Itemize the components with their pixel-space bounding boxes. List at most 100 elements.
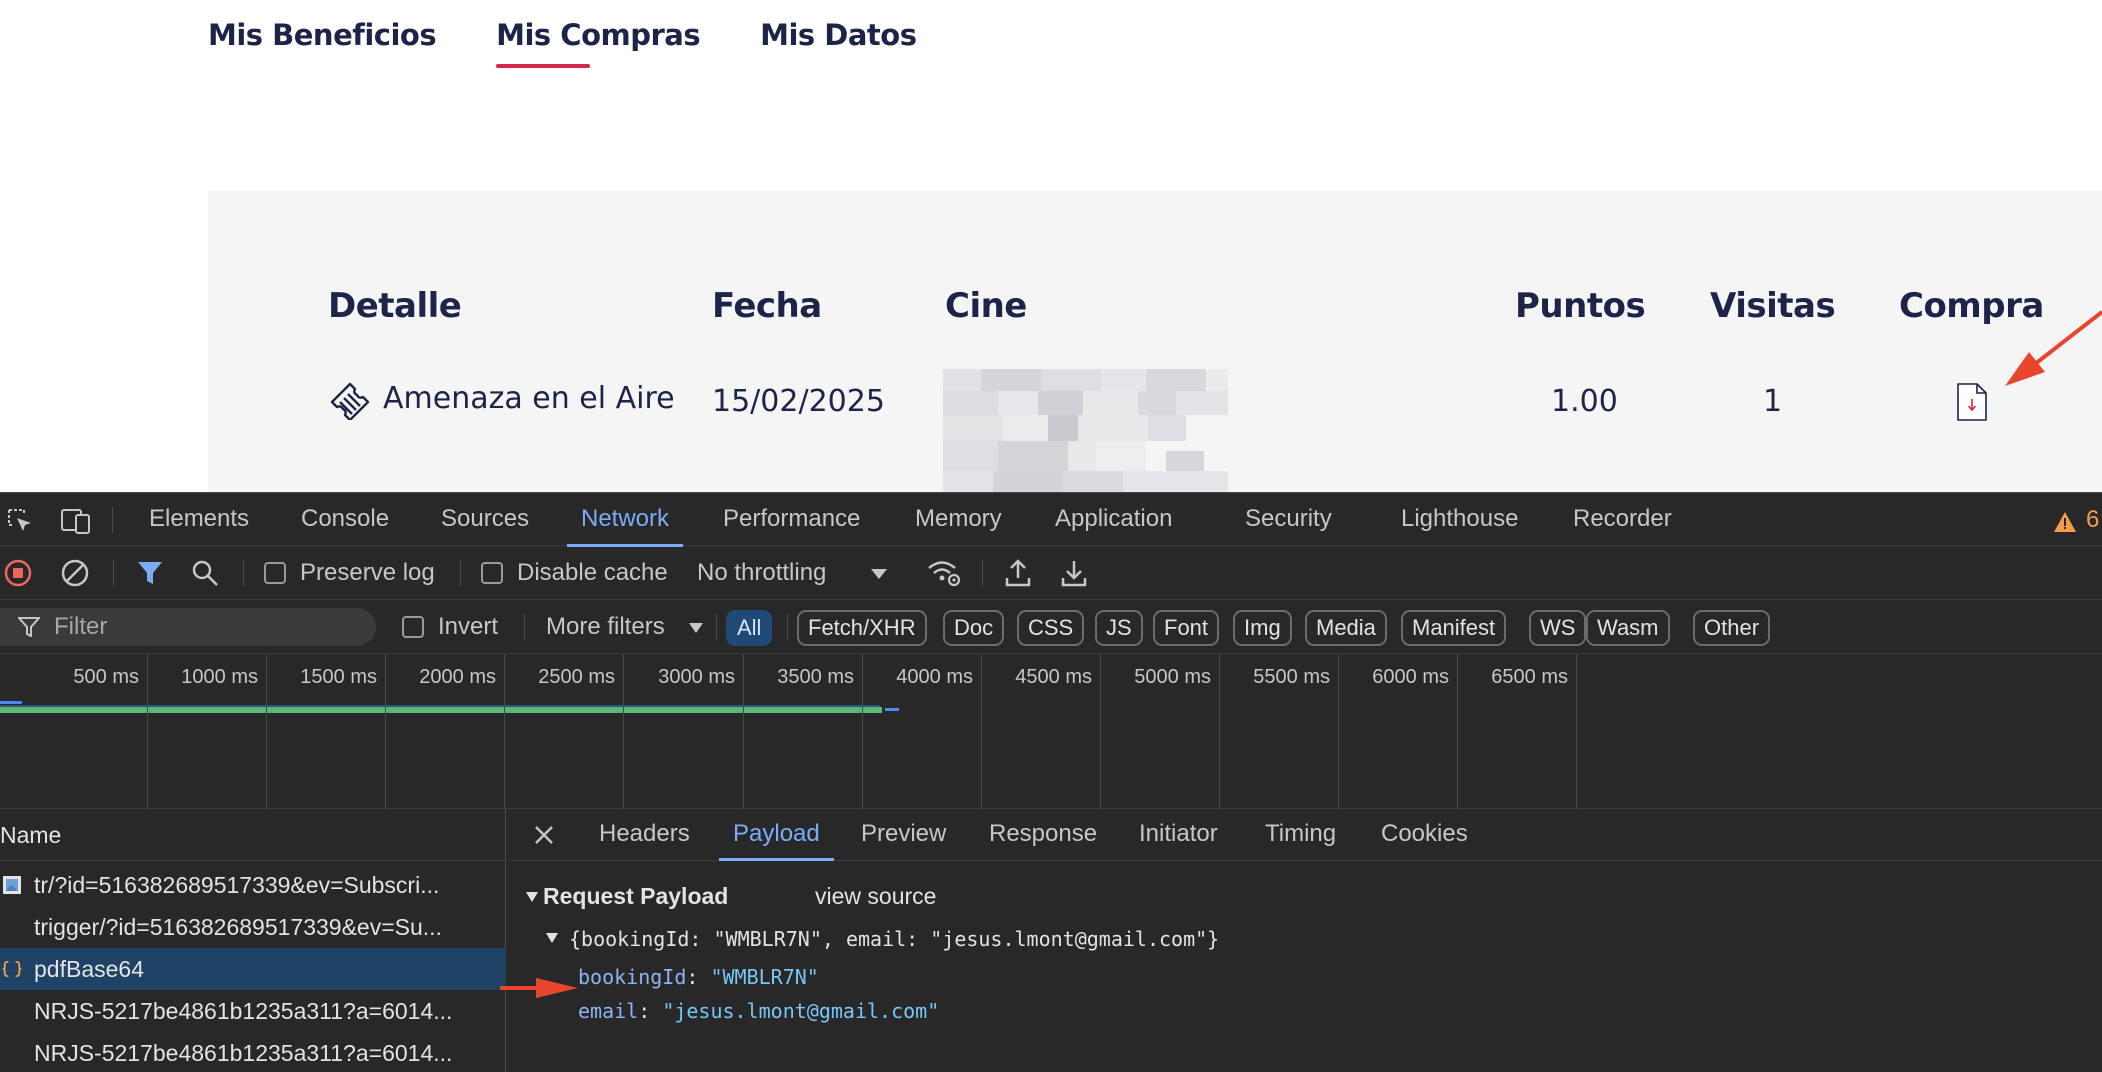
warning-count[interactable]: 6 <box>2086 506 2099 534</box>
invert-label[interactable]: Invert <box>438 613 498 641</box>
request-row[interactable]: tr/?id=516382689517339&ev=Subscri... <box>0 864 506 906</box>
tab-mis-beneficios[interactable]: Mis Beneficios <box>208 18 437 68</box>
tab-application[interactable]: Application <box>1055 493 1172 547</box>
timeline-bar-start <box>0 701 22 704</box>
chip-media[interactable]: Media <box>1305 610 1387 646</box>
filter-funnel-icon <box>18 617 40 637</box>
movie-title: Amenaza en el Aire <box>383 381 675 416</box>
chip-js[interactable]: JS <box>1095 610 1143 646</box>
request-row-selected[interactable]: pdfBase64 <box>0 948 506 990</box>
clear-icon[interactable] <box>61 559 89 587</box>
tab-security[interactable]: Security <box>1245 493 1332 547</box>
tab-timing[interactable]: Timing <box>1265 809 1336 861</box>
website-viewport: Mis Beneficios Mis Compras Mis Datos Det… <box>0 0 2102 492</box>
export-har-icon[interactable] <box>1060 558 1088 588</box>
timeline-bar-tail <box>885 708 899 711</box>
visits-value: 1 <box>1763 384 1783 419</box>
purchase-date: 15/02/2025 <box>712 384 885 419</box>
tab-recorder[interactable]: Recorder <box>1573 493 1672 547</box>
purchases-table: Detalle Fecha Cine Puntos Visitas Compra… <box>208 191 2102 492</box>
request-payload-title[interactable]: Request Payload <box>543 883 728 910</box>
annotation-arrow-to-receipt <box>2005 310 2102 386</box>
tab-memory[interactable]: Memory <box>915 493 1002 547</box>
network-timeline-overview[interactable]: 500 ms 1000 ms 1500 ms 2000 ms 2500 ms 3000 m… <box>0 654 2102 809</box>
divider <box>460 560 461 586</box>
import-har-icon[interactable] <box>1004 558 1032 588</box>
payload-key: bookingId <box>578 965 687 989</box>
throttling-select[interactable]: No throttling <box>697 559 826 587</box>
download-receipt-icon[interactable] <box>1956 382 1988 422</box>
request-row[interactable]: trigger/?id=516382689517339&ev=Su... <box>0 906 506 948</box>
ticket-icon <box>330 382 370 420</box>
divider <box>787 614 788 640</box>
timeline-tick-label: 2500 ms <box>538 666 615 688</box>
chip-manifest[interactable]: Manifest <box>1401 610 1507 646</box>
view-source-link[interactable]: view source <box>815 883 936 910</box>
triangle-expanded-icon[interactable] <box>525 891 539 903</box>
tab-mis-compras[interactable]: Mis Compras <box>496 18 701 68</box>
tab-sources[interactable]: Sources <box>441 493 529 547</box>
request-row[interactable]: NRJS-5217be4861b1235a311?a=6014... <box>0 1032 506 1072</box>
invert-checkbox[interactable] <box>402 616 424 638</box>
payload-key: email <box>578 999 639 1023</box>
divider <box>524 614 525 640</box>
column-header-fecha: Fecha <box>712 286 822 326</box>
devtools-panel: Elements Console Sources Network Perform… <box>0 492 2102 1072</box>
chip-font[interactable]: Font <box>1153 610 1220 646</box>
close-icon[interactable] <box>534 825 554 845</box>
tab-elements[interactable]: Elements <box>149 493 249 547</box>
chevron-down-icon[interactable] <box>870 568 888 580</box>
chip-doc[interactable]: Doc <box>943 610 1005 646</box>
tab-cookies[interactable]: Cookies <box>1381 809 1468 861</box>
chip-other[interactable]: Other <box>1693 610 1771 646</box>
divider <box>982 560 983 586</box>
pixelated-cinema-name <box>943 359 1228 492</box>
payload-value: "jesus.lmont@gmail.com" <box>662 999 940 1023</box>
column-header-puntos: Puntos <box>1515 286 1646 326</box>
disable-cache-label[interactable]: Disable cache <box>517 559 668 587</box>
payload-field-email: email: "jesus.lmont@gmail.com" <box>578 999 940 1023</box>
more-filters-dropdown[interactable]: More filters <box>546 613 665 641</box>
device-toolbar-icon[interactable] <box>60 507 92 535</box>
tab-response[interactable]: Response <box>989 809 1097 861</box>
filter-icon[interactable] <box>136 560 164 586</box>
preserve-log-label[interactable]: Preserve log <box>300 559 435 587</box>
warning-icon[interactable] <box>2053 511 2077 533</box>
triangle-expanded-icon[interactable] <box>545 932 559 944</box>
fetch-braces-icon <box>2 960 22 978</box>
tab-lighthouse[interactable]: Lighthouse <box>1401 493 1518 547</box>
preserve-log-checkbox[interactable] <box>264 562 286 584</box>
column-header-cine: Cine <box>945 286 1027 326</box>
tab-network[interactable]: Network <box>566 493 684 547</box>
inspect-element-icon[interactable] <box>6 507 34 535</box>
search-icon[interactable] <box>191 559 219 587</box>
divider <box>113 560 114 586</box>
request-row[interactable]: NRJS-5217be4861b1235a311?a=6014... <box>0 990 506 1032</box>
network-conditions-icon[interactable] <box>926 558 962 588</box>
chevron-down-icon[interactable] <box>688 622 704 634</box>
tab-console[interactable]: Console <box>301 493 389 547</box>
tab-initiator[interactable]: Initiator <box>1139 809 1218 861</box>
disable-cache-checkbox[interactable] <box>481 562 503 584</box>
payload-field-bookingid: bookingId: "WMBLR7N" <box>578 965 819 989</box>
tab-performance[interactable]: Performance <box>723 493 860 547</box>
chip-ws[interactable]: WS <box>1529 610 1587 646</box>
name-column-header[interactable]: Name <box>0 809 506 861</box>
tab-preview[interactable]: Preview <box>861 809 946 861</box>
tab-headers[interactable]: Headers <box>599 809 690 861</box>
tab-mis-datos[interactable]: Mis Datos <box>760 18 917 68</box>
chip-all[interactable]: All <box>726 610 773 646</box>
chip-fetch-xhr[interactable]: Fetch/XHR <box>797 610 927 646</box>
account-tabs: Mis Beneficios Mis Compras Mis Datos <box>208 18 917 68</box>
points-value: 1.00 <box>1551 384 1618 419</box>
record-stop-icon[interactable] <box>4 559 32 587</box>
chip-img[interactable]: Img <box>1233 610 1292 646</box>
filter-input[interactable]: Filter <box>0 608 376 646</box>
payload-object-summary[interactable]: {bookingId: "WMBLR7N", email: "jesus.lmo… <box>569 927 1219 951</box>
divider <box>716 614 717 640</box>
request-details-tabs: Headers Payload Preview Response Initiat… <box>507 809 2102 861</box>
timeline-bar-waiting <box>0 707 882 713</box>
tab-payload[interactable]: Payload <box>719 809 834 861</box>
chip-css[interactable]: CSS <box>1017 610 1085 646</box>
chip-wasm[interactable]: Wasm <box>1586 610 1670 646</box>
